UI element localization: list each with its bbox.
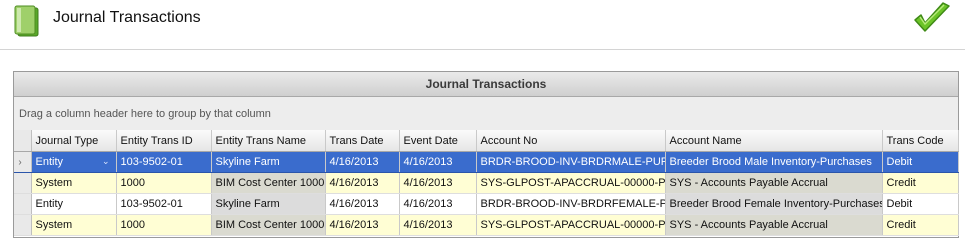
journal-transactions-grid: Journal Transactions Drag a column heade… <box>13 71 959 238</box>
cell-trans-date[interactable]: 4/16/2013 <box>325 193 400 215</box>
cell-account-name[interactable]: Breeder Brood Male Inventory-Purchases <box>665 151 883 173</box>
cell-journal-type-value: Entity <box>35 156 64 168</box>
cell-entity-trans-name[interactable]: Skyline Farm <box>211 151 326 173</box>
cell-entity-trans-id[interactable]: 103-9502-01 <box>116 193 212 215</box>
cell-trans-code[interactable]: Credit <box>882 214 959 236</box>
column-header-entity-trans-name[interactable]: Entity Trans Name <box>211 130 326 152</box>
cell-event-date[interactable]: 4/16/2013 <box>399 193 477 215</box>
cell-account-name[interactable]: SYS - Accounts Payable Accrual <box>665 172 883 194</box>
cell-account-no[interactable]: SYS-GLPOST-APACCRUAL-00000-PUR <box>476 172 666 194</box>
header-row: Journal Type Entity Trans ID Entity Tran… <box>14 130 959 152</box>
table-row[interactable]: System 1000 BIM Cost Center 1000 4/16/20… <box>14 172 959 194</box>
chevron-down-icon[interactable]: ⌄ <box>102 156 110 167</box>
group-by-hint: Drag a column header here to group by th… <box>19 108 271 120</box>
cell-journal-type[interactable]: Entity ⌄ <box>31 151 117 173</box>
page-title: Journal Transactions <box>53 9 201 26</box>
cell-entity-trans-id[interactable]: 1000 <box>116 214 212 236</box>
column-header-entity-trans-id[interactable]: Entity Trans ID <box>116 130 212 152</box>
table-row[interactable]: Entity 103-9502-01 Skyline Farm 4/16/201… <box>14 193 959 215</box>
cell-entity-trans-id[interactable]: 1000 <box>116 172 212 194</box>
header-divider <box>0 49 965 50</box>
cell-journal-type[interactable]: Entity <box>31 193 117 215</box>
cell-account-name[interactable]: Breeder Brood Female Inventory-Purchases <box>665 193 883 215</box>
row-selector[interactable] <box>14 172 32 194</box>
column-header-trans-date[interactable]: Trans Date <box>325 130 400 152</box>
cell-event-date[interactable]: 4/16/2013 <box>399 172 477 194</box>
cell-event-date[interactable]: 4/16/2013 <box>399 214 477 236</box>
cell-entity-trans-name[interactable]: Skyline Farm <box>211 193 326 215</box>
row-selector[interactable]: › <box>14 151 32 173</box>
cell-trans-date[interactable]: 4/16/2013 <box>325 214 400 236</box>
table-row[interactable]: › Entity ⌄ 103-9502-01 Skyline Farm 4/16/… <box>14 151 959 173</box>
column-header-account-no[interactable]: Account No <box>476 130 666 152</box>
book-icon <box>14 5 39 37</box>
current-row-indicator: › <box>18 157 22 168</box>
column-header-journal-type[interactable]: Journal Type <box>31 130 117 152</box>
column-header-event-date[interactable]: Event Date <box>399 130 477 152</box>
cell-entity-trans-name[interactable]: BIM Cost Center 1000 <box>211 214 326 236</box>
cell-account-no[interactable]: BRDR-BROOD-INV-BRDRFEMALE-PUR <box>476 193 666 215</box>
transactions-table: Journal Type Entity Trans ID Entity Tran… <box>14 130 959 236</box>
cell-trans-code[interactable]: Credit <box>882 172 959 194</box>
cell-trans-code[interactable]: Debit <box>882 151 959 173</box>
column-header-trans-code[interactable]: Trans Code <box>882 130 959 152</box>
cell-account-no[interactable]: BRDR-BROOD-INV-BRDRMALE-PUR <box>476 151 666 173</box>
row-selector-header <box>14 130 32 152</box>
row-selector[interactable] <box>14 214 32 236</box>
column-header-account-name[interactable]: Account Name <box>665 130 883 152</box>
cell-event-date[interactable]: 4/16/2013 <box>399 151 477 173</box>
checkmark-icon[interactable] <box>912 2 952 36</box>
group-by-panel[interactable]: Drag a column header here to group by th… <box>14 97 958 131</box>
cell-trans-code[interactable]: Debit <box>882 193 959 215</box>
cell-journal-type[interactable]: System <box>31 214 117 236</box>
cell-trans-date[interactable]: 4/16/2013 <box>325 151 400 173</box>
cell-journal-type[interactable]: System <box>31 172 117 194</box>
cell-entity-trans-name[interactable]: BIM Cost Center 1000 <box>211 172 326 194</box>
cell-entity-trans-id[interactable]: 103-9502-01 <box>116 151 212 173</box>
table-row[interactable]: System 1000 BIM Cost Center 1000 4/16/20… <box>14 214 959 236</box>
cell-account-no[interactable]: SYS-GLPOST-APACCRUAL-00000-PUR <box>476 214 666 236</box>
cell-account-name[interactable]: SYS - Accounts Payable Accrual <box>665 214 883 236</box>
cell-trans-date[interactable]: 4/16/2013 <box>325 172 400 194</box>
row-selector[interactable] <box>14 193 32 215</box>
page-header: Journal Transactions <box>0 0 965 48</box>
grid-caption: Journal Transactions <box>14 72 958 97</box>
